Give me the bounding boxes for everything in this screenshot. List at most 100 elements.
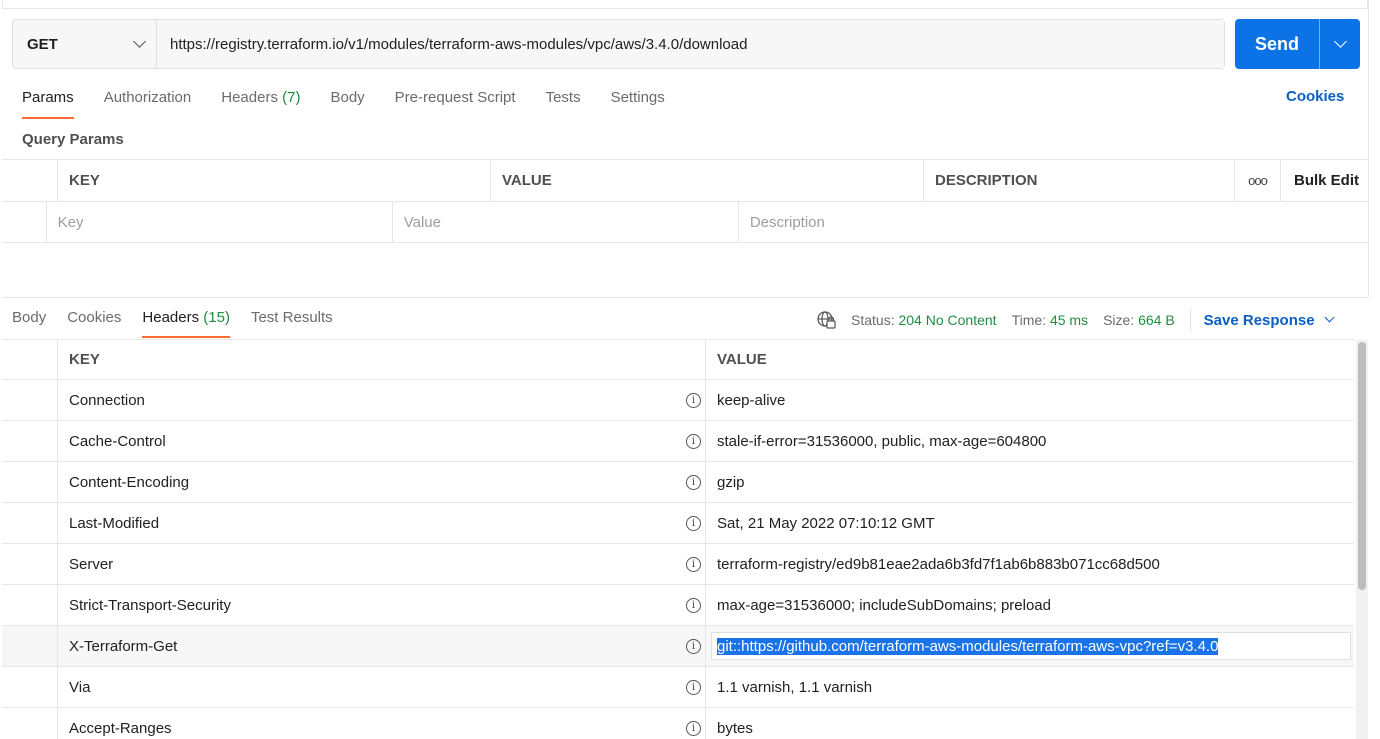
header-key: Content-Encoding [69, 473, 190, 491]
tab-settings[interactable]: Settings [611, 86, 665, 119]
column-header-key: KEY [58, 160, 491, 201]
status-divider [1189, 309, 1191, 331]
info-icon[interactable]: i [686, 392, 701, 408]
query-params-title: Query Params [22, 131, 124, 148]
blank-column-header [2, 340, 58, 379]
header-value: gzip [717, 473, 745, 491]
header-key: Last-Modified [69, 514, 160, 532]
row-gutter [2, 462, 58, 502]
header-key: Server [69, 555, 114, 573]
size-indicator[interactable]: Size: 664 B [1103, 312, 1175, 328]
column-header-key: KEY [58, 340, 706, 379]
tab-tests[interactable]: Tests [546, 86, 581, 119]
header-value-editor[interactable]: git::https://github.com/terraform-aws-mo… [711, 632, 1351, 660]
key-input[interactable]: Key [47, 202, 393, 242]
send-options-button[interactable] [1320, 19, 1360, 69]
tab-prerequest-script[interactable]: Pre-request Script [395, 86, 516, 119]
header-value-cell[interactable]: bytes [706, 708, 1354, 739]
table-row: Connection i keep-alive [2, 380, 1354, 421]
panel-right-border [1368, 0, 1369, 297]
size-label: Size: [1103, 312, 1135, 328]
value-input[interactable]: Value [393, 202, 739, 242]
time-indicator[interactable]: Time: 45 ms [1012, 312, 1089, 328]
pane-divider[interactable] [2, 297, 1368, 298]
status-indicator[interactable]: Status: 204 No Content [851, 312, 997, 328]
header-value-cell[interactable]: Sat, 21 May 2022 07:10:12 GMT [706, 503, 1354, 543]
response-status-bar: Status: 204 No Content Time: 45 ms Size:… [816, 309, 1335, 331]
status-value: 204 No Content [898, 312, 997, 328]
method-value: GET [27, 35, 58, 53]
row-checkbox-cell [2, 202, 47, 242]
tab-params[interactable]: Params [22, 86, 74, 119]
header-value-cell[interactable]: terraform-registry/ed9b81eae2ada6b3fd7f1… [706, 544, 1354, 584]
header-value: bytes [717, 719, 753, 737]
header-value-cell[interactable]: stale-if-error=31536000, public, max-age… [706, 421, 1354, 461]
info-icon[interactable]: i [686, 597, 701, 613]
query-params-table: KEY VALUE DESCRIPTION ooo Bulk Edit Key … [2, 159, 1368, 243]
cookies-link[interactable]: Cookies [1286, 88, 1344, 105]
header-key-cell: Accept-Ranges i [58, 708, 706, 739]
tab-test-results[interactable]: Test Results [251, 305, 333, 338]
header-key: Connection [69, 391, 145, 409]
info-icon[interactable]: i [686, 515, 701, 531]
status-label: Status: [851, 312, 895, 328]
table-header-row: KEY VALUE DESCRIPTION ooo Bulk Edit [2, 159, 1368, 201]
header-key: Via [69, 678, 91, 696]
header-value-cell[interactable]: max-age=31536000; includeSubDomains; pre… [706, 585, 1354, 625]
header-value-cell[interactable]: gzip [706, 462, 1354, 502]
header-key-cell: Server i [58, 544, 706, 584]
tab-body[interactable]: Body [330, 86, 364, 119]
tab-response-body[interactable]: Body [12, 305, 46, 338]
more-options-icon[interactable]: ooo [1235, 160, 1281, 201]
header-value-cell[interactable]: 1.1 varnish, 1.1 varnish [706, 667, 1354, 707]
header-key-cell: X-Terraform-Get i [58, 626, 706, 666]
table-header-row: KEY VALUE [2, 339, 1354, 380]
header-value-cell[interactable]: git::https://github.com/terraform-aws-mo… [706, 626, 1354, 666]
row-gutter [2, 626, 58, 666]
response-headers-table: KEY VALUE Connection i keep-alive Cache-Con… [2, 339, 1354, 739]
chevron-down-icon [133, 35, 146, 48]
row-gutter [2, 708, 58, 739]
send-button-group: Send [1235, 19, 1360, 69]
table-row: Via i 1.1 varnish, 1.1 varnish [2, 667, 1354, 708]
checkbox-column-header [2, 160, 58, 201]
send-button[interactable]: Send [1235, 19, 1319, 69]
tab-headers-label: Headers [221, 89, 278, 106]
header-value-cell[interactable]: keep-alive [706, 380, 1354, 420]
network-globe-icon[interactable] [816, 310, 836, 330]
tab-headers-count: (7) [282, 89, 301, 106]
header-key-cell: Via i [58, 667, 706, 707]
info-icon[interactable]: i [686, 556, 701, 572]
row-gutter [2, 421, 58, 461]
tab-response-headers[interactable]: Headers (15) [142, 305, 230, 338]
table-row: X-Terraform-Get i git::https://github.com/… [2, 626, 1354, 667]
url-input[interactable]: https://registry.terraform.io/v1/modules… [157, 20, 1224, 68]
table-row: Key Value Description [2, 201, 1368, 243]
tab-headers[interactable]: Headers (7) [221, 86, 300, 119]
header-value: stale-if-error=31536000, public, max-age… [717, 432, 1047, 450]
scrollbar-thumb[interactable] [1358, 342, 1366, 590]
tab-response-cookies[interactable]: Cookies [67, 305, 121, 338]
table-row: Strict-Transport-Security i max-age=315360… [2, 585, 1354, 626]
description-input[interactable]: Description [739, 202, 1368, 242]
info-icon[interactable]: i [686, 679, 701, 695]
table-row: Server i terraform-registry/ed9b81eae2ada6… [2, 544, 1354, 585]
info-icon[interactable]: i [686, 720, 701, 736]
info-icon[interactable]: i [686, 433, 701, 449]
method-select[interactable]: GET [13, 20, 157, 68]
info-icon[interactable]: i [686, 638, 701, 654]
top-panel-edge [2, 0, 1368, 9]
tab-authorization[interactable]: Authorization [104, 86, 192, 119]
chevron-down-icon [1333, 35, 1347, 48]
table-row: Cache-Control i stale-if-error=31536000, p… [2, 421, 1354, 462]
info-icon[interactable]: i [686, 474, 701, 490]
size-value: 664 B [1138, 312, 1175, 328]
save-response-button[interactable]: Save Response [1204, 312, 1335, 329]
request-tabs: Params Authorization Headers (7) Body Pr… [22, 86, 695, 120]
header-key: Cache-Control [69, 432, 166, 450]
row-gutter [2, 503, 58, 543]
response-scrollbar[interactable] [1356, 340, 1368, 739]
table-row: Last-Modified i Sat, 21 May 2022 07:10:12 … [2, 503, 1354, 544]
row-gutter [2, 667, 58, 707]
bulk-edit-button[interactable]: Bulk Edit [1281, 160, 1368, 201]
